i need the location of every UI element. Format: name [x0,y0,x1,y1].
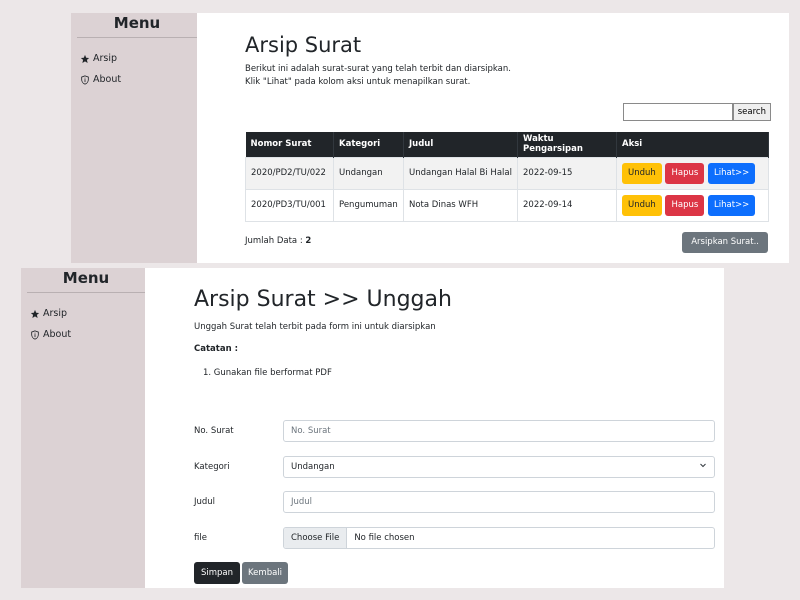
sidebar-item-label: Arsip [43,308,68,319]
search-input[interactable] [622,103,733,121]
kategori-selected-value: Undangan [291,461,335,472]
cell-judul: Nota Dinas WFH [403,188,518,222]
judul-label: Judul [194,497,216,507]
choose-file-button[interactable]: Choose File [284,527,348,548]
star-icon [29,309,41,319]
sidebar-item-label: Arsip [93,53,118,64]
sidebar-item-arsip[interactable]: Arsip [21,303,145,324]
star-icon [79,54,91,64]
column-header: Aksi [616,132,769,157]
cell-judul: Undangan Halal Bi Halal [403,156,518,190]
table-row: 2020/PD3/TU/001 Pengumuman Nota Dinas WF… [245,188,769,222]
cell-nomor: 2020/PD2/TU/022 [245,156,334,190]
info-shield-icon [79,74,91,85]
form-actions: Simpan Kembali [194,562,715,584]
kembali-button[interactable]: Kembali [242,562,289,584]
sidebar: Menu Arsip About [71,13,197,263]
no-surat-label: No. Surat [194,426,234,436]
lihat-button[interactable]: Lihat>> [708,162,756,184]
cell-kategori: Undangan [333,156,404,190]
page-description: Berikut ini adalah surat-surat yang tela… [245,63,771,89]
file-status: No file chosen [354,532,415,543]
file-label: file [194,532,207,543]
sidebar-item-about[interactable]: About [21,324,145,345]
hapus-button[interactable]: Hapus [665,162,705,184]
table-footer: Jumlah Data : 2 Arsipkan Surat.. [245,231,769,253]
jumlah-data: Jumlah Data : 2 [245,236,311,246]
column-header: Nomor Surat [245,132,334,157]
file-input[interactable]: Choose File No file chosen [283,526,715,549]
hapus-button[interactable]: Hapus [665,194,705,216]
search-bar: search [245,103,771,121]
kategori-label: Kategori [194,461,230,472]
cell-nomor: 2020/PD3/TU/001 [245,188,334,222]
unduh-button[interactable]: Unduh [622,194,662,216]
catatan-label: Catatan : [194,344,238,354]
form-row-file: file Choose File No file chosen [194,526,715,549]
unggah-window: Menu Arsip About Arsip Surat >> Unggah U… [21,268,724,588]
table-row: 2020/PD2/TU/022 Undangan Undangan Halal … [245,156,769,190]
sidebar: Menu Arsip About [21,268,145,588]
jumlah-label: Jumlah Data : [245,235,306,246]
main-content: Arsip Surat >> Unggah Unggah Surat telah… [145,268,724,588]
arsip-list-window: Menu Arsip About Arsip Surat Berikut ini… [71,13,789,263]
sidebar-title: Menu [77,13,197,38]
judul-input[interactable]: Judul [283,491,715,513]
unggah-form: No. Surat No. Surat Kategori Undangan Ju… [194,420,715,549]
cell-waktu: 2022-09-15 [517,156,617,190]
sidebar-title: Menu [27,268,145,293]
sidebar-item-label: About [93,74,122,85]
cell-kategori: Pengumuman [333,188,404,222]
sidebar-item-arsip[interactable]: Arsip [71,48,197,69]
page-title: Arsip Surat [245,33,362,57]
sidebar-item-about[interactable]: About [71,69,197,90]
arsipkan-surat-button[interactable]: Arsipkan Surat.. [682,231,768,253]
page-subtitle: Unggah Surat telah terbit pada form ini … [194,322,436,332]
lihat-button[interactable]: Lihat>> [708,194,756,216]
notes-list: 1. Gunakan file berformat PDF [194,368,715,378]
info-shield-icon [29,329,41,340]
jumlah-value: 2 [305,235,312,246]
column-header: Judul [403,132,518,157]
table-header-row: Nomor Surat Kategori Judul Waktu Pengars… [245,132,769,157]
main-content: Arsip Surat Berikut ini adalah surat-sur… [197,13,789,263]
note-item: 1. Gunakan file berformat PDF [203,368,332,378]
form-row-kategori: Kategori Undangan [194,455,715,478]
column-header: Kategori [333,132,404,157]
form-row-no-surat: No. Surat No. Surat [194,420,715,442]
chevron-down-icon [699,461,707,472]
unduh-button[interactable]: Unduh [622,162,662,184]
description-line: Berikut ini adalah surat-surat yang tela… [245,64,511,74]
search-button[interactable]: search [732,103,771,121]
cell-aksi: Unduh Hapus Lihat>> [616,156,769,190]
cell-aksi: Unduh Hapus Lihat>> [616,188,769,222]
column-header: Waktu Pengarsipan [517,132,617,157]
sidebar-item-label: About [43,329,72,340]
no-surat-input[interactable]: No. Surat [283,420,715,442]
simpan-button[interactable]: Simpan [194,562,241,584]
page-title: Arsip Surat >> Unggah [194,287,452,312]
description-line: Klik "Lihat" pada kolom aksi untuk menap… [245,77,471,87]
form-row-judul: Judul Judul [194,491,715,513]
arsip-table: Nomor Surat Kategori Judul Waktu Pengars… [245,132,769,222]
kategori-select[interactable]: Undangan [283,455,715,478]
cell-waktu: 2022-09-14 [517,188,617,222]
